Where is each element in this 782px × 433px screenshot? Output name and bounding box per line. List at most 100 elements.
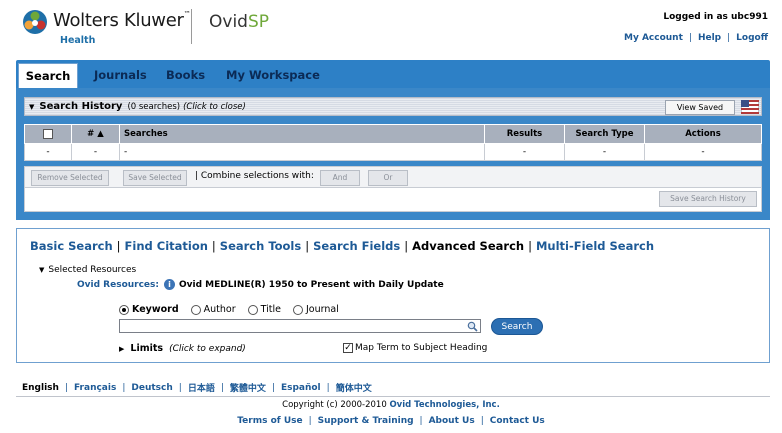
language-simplified-chinese[interactable]: 簡体中文 bbox=[336, 381, 372, 394]
logo-divider bbox=[191, 9, 192, 44]
radio-author[interactable]: Author bbox=[190, 304, 236, 315]
footer-divider bbox=[16, 396, 770, 397]
column-header-searches: Searches bbox=[119, 124, 485, 144]
search-history-header[interactable]: ▼ Search History (0 searches) (Click to … bbox=[24, 97, 762, 116]
help-link[interactable]: Help bbox=[698, 33, 721, 43]
combine-and-button[interactable]: And bbox=[320, 170, 360, 186]
table-cell: - bbox=[71, 143, 120, 161]
table-header-row: # ▲ Searches Results Search Type Actions bbox=[24, 124, 762, 144]
link-separator: | bbox=[220, 382, 224, 393]
select-all-checkbox[interactable] bbox=[43, 128, 53, 139]
search-input-box bbox=[119, 319, 481, 333]
select-all-header bbox=[24, 124, 72, 144]
column-header-number[interactable]: # ▲ bbox=[71, 124, 120, 144]
combine-or-button[interactable]: Or bbox=[368, 170, 408, 186]
wolters-kluwer-logo-icon bbox=[23, 10, 47, 34]
radio-empty-icon bbox=[292, 304, 303, 315]
tab-search[interactable]: Search bbox=[18, 63, 78, 88]
search-history-panel: ▼ Search History (0 searches) (Click to … bbox=[16, 88, 770, 220]
radio-journal[interactable]: Journal bbox=[292, 304, 339, 315]
table-cell: - bbox=[24, 143, 72, 161]
logoff-link[interactable]: Logoff bbox=[736, 33, 768, 43]
search-area: Basic Search | Find Citation | Search To… bbox=[16, 228, 770, 363]
link-separator: | bbox=[271, 382, 275, 393]
search-type-radios: Keyword Author Title Journal bbox=[119, 304, 351, 315]
ovid-technologies-link[interactable]: Ovid Technologies, Inc. bbox=[389, 400, 499, 410]
footer-links: Terms of Use | Support & Training | Abou… bbox=[0, 416, 782, 426]
multi-field-search-link[interactable]: Multi-Field Search bbox=[536, 239, 654, 253]
contact-us-link[interactable]: Contact Us bbox=[490, 416, 545, 426]
save-selected-button[interactable]: Save Selected bbox=[123, 170, 187, 186]
main-tab-bar: Search Journals Books My Workspace bbox=[16, 60, 770, 88]
info-icon[interactable]: i bbox=[164, 279, 175, 290]
support-training-link[interactable]: Support & Training bbox=[318, 416, 414, 426]
radio-empty-icon bbox=[190, 304, 201, 315]
collapse-triangle-icon: ▼ bbox=[39, 266, 45, 274]
database-name: Ovid MEDLINE(R) 1950 to Present with Dai… bbox=[179, 279, 444, 290]
search-mode-nav: Basic Search | Find Citation | Search To… bbox=[30, 239, 654, 253]
product-name: OvidSP bbox=[209, 12, 270, 32]
column-header-results: Results bbox=[484, 124, 565, 144]
magnifier-icon[interactable] bbox=[467, 321, 478, 332]
find-citation-link[interactable]: Find Citation bbox=[125, 239, 208, 253]
search-tools-link[interactable]: Search Tools bbox=[220, 239, 301, 253]
table-row: - - - - - - bbox=[24, 143, 762, 161]
column-header-actions: Actions bbox=[644, 124, 762, 144]
nav-separator: | bbox=[305, 239, 310, 253]
about-us-link[interactable]: About Us bbox=[429, 416, 475, 426]
language-traditional-chinese[interactable]: 繁體中文 bbox=[230, 381, 266, 394]
tab-journals[interactable]: Journals bbox=[94, 68, 147, 82]
brand-subtitle: Health bbox=[60, 35, 96, 46]
table-cell: - bbox=[564, 143, 645, 161]
basic-search-link[interactable]: Basic Search bbox=[30, 239, 113, 253]
tab-my-workspace[interactable]: My Workspace bbox=[226, 68, 320, 82]
nav-separator: | bbox=[404, 239, 409, 253]
link-separator: | bbox=[480, 416, 484, 426]
link-separator: | bbox=[727, 33, 731, 43]
nav-separator: | bbox=[116, 239, 121, 253]
ovid-resources-label: Ovid Resources: bbox=[77, 279, 159, 290]
radio-title[interactable]: Title bbox=[247, 304, 281, 315]
map-term-checkbox[interactable]: ✓ bbox=[343, 343, 353, 353]
sort-ascending-icon: ▲ bbox=[97, 129, 104, 139]
search-fields-link[interactable]: Search Fields bbox=[313, 239, 400, 253]
language-english[interactable]: English bbox=[22, 383, 59, 393]
page-header: Wolters Kluwer™ Health OvidSP Logged in … bbox=[0, 0, 782, 58]
table-cell: - bbox=[644, 143, 762, 161]
link-separator: | bbox=[419, 416, 423, 426]
language-german[interactable]: Deutsch bbox=[131, 383, 172, 393]
language-french[interactable]: Français bbox=[74, 383, 116, 393]
combine-label: | Combine selections with: bbox=[195, 171, 314, 181]
link-separator: | bbox=[122, 382, 126, 393]
table-cell: - bbox=[484, 143, 565, 161]
copyright: Copyright (c) 2000-2010 Ovid Technologie… bbox=[282, 400, 500, 410]
terms-of-use-link[interactable]: Terms of Use bbox=[237, 416, 302, 426]
save-search-history-button[interactable]: Save Search History bbox=[659, 191, 757, 207]
radio-selected-icon bbox=[119, 304, 129, 315]
language-spanish[interactable]: Español bbox=[281, 383, 321, 393]
search-button[interactable]: Search bbox=[491, 318, 543, 335]
column-header-search-type: Search Type bbox=[564, 124, 645, 144]
search-history-title[interactable]: ▼ Search History (0 searches) (Click to … bbox=[29, 101, 246, 112]
view-saved-button[interactable]: View Saved bbox=[665, 100, 735, 115]
nav-separator: | bbox=[528, 239, 532, 253]
limits-toggle[interactable]: ▶ Limits (Click to expand) bbox=[119, 343, 246, 354]
account-links: My Account | Help | Logoff bbox=[624, 33, 768, 43]
nav-separator: | bbox=[211, 239, 216, 253]
ovid-resources: Ovid Resources: i Ovid MEDLINE(R) 1950 t… bbox=[77, 279, 444, 290]
tab-books[interactable]: Books bbox=[166, 68, 205, 82]
my-account-link[interactable]: My Account bbox=[624, 33, 683, 43]
remove-selected-button[interactable]: Remove Selected bbox=[31, 170, 109, 186]
history-actions-bar: Remove Selected Save Selected | Combine … bbox=[24, 166, 762, 188]
language-japanese[interactable]: 日本語 bbox=[188, 381, 215, 394]
advanced-search-link[interactable]: Advanced Search bbox=[412, 239, 524, 253]
search-history-table: # ▲ Searches Results Search Type Actions… bbox=[24, 124, 762, 161]
selected-resources-toggle[interactable]: ▼ Selected Resources bbox=[39, 265, 136, 275]
link-separator: | bbox=[688, 33, 692, 43]
radio-empty-icon bbox=[247, 304, 258, 315]
map-term-checkbox-row[interactable]: ✓ Map Term to Subject Heading bbox=[343, 343, 487, 353]
radio-keyword[interactable]: Keyword bbox=[119, 304, 179, 315]
search-input[interactable] bbox=[120, 320, 480, 332]
flag-icon[interactable] bbox=[741, 100, 759, 114]
logged-in-status: Logged in as ubc991 bbox=[663, 12, 768, 22]
